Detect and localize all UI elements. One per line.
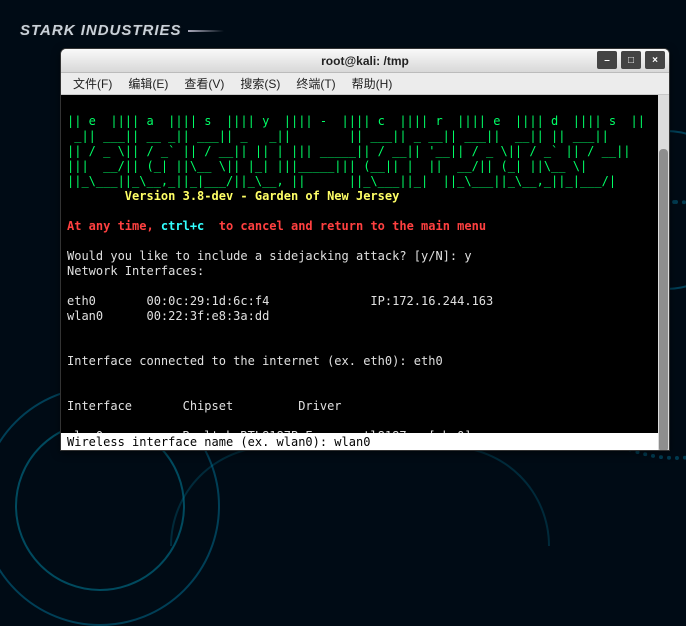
menubar: 文件(F) 编辑(E) 查看(V) 搜索(S) 终端(T) 帮助(H) bbox=[61, 73, 669, 95]
table-header: Interface Chipset Driver bbox=[67, 399, 342, 413]
hint-suffix: to cancel and return to the main menu bbox=[204, 219, 486, 233]
scrollbar[interactable] bbox=[658, 95, 669, 450]
menu-search[interactable]: 搜索(S) bbox=[234, 73, 286, 94]
ascii-art-line1: _|| ___|| __ _|| ___|| _ _|| || ___|| _ … bbox=[67, 129, 609, 143]
menu-file[interactable]: 文件(F) bbox=[67, 73, 118, 94]
titlebar[interactable]: root@kali: /tmp – □ × bbox=[61, 49, 669, 73]
iface-wlan0: wlan0 00:22:3f:e8:3a:dd bbox=[67, 309, 269, 323]
maximize-button[interactable]: □ bbox=[621, 51, 641, 69]
minimize-button[interactable]: – bbox=[597, 51, 617, 69]
menu-help[interactable]: 帮助(H) bbox=[346, 73, 399, 94]
ascii-letters: || e |||| a |||| s |||| y |||| - |||| c … bbox=[67, 114, 645, 128]
prompt-internet-iface: Interface connected to the internet (ex.… bbox=[67, 354, 443, 368]
stark-logo: STARK INDUSTRIES bbox=[20, 22, 224, 39]
menu-edit[interactable]: 编辑(E) bbox=[122, 73, 174, 94]
ascii-art-line3: ||| __/|| (_| ||\__ \|| |_| |||_____||| … bbox=[67, 159, 587, 173]
menu-view[interactable]: 查看(V) bbox=[178, 73, 230, 94]
iface-eth0: eth0 00:0c:29:1d:6c:f4 IP:172.16.244.163 bbox=[67, 294, 493, 308]
menu-terminal[interactable]: 终端(T) bbox=[290, 73, 341, 94]
scrollbar-thumb[interactable] bbox=[659, 149, 668, 451]
version-line: Version 3.8-dev - Garden of New Jersey bbox=[67, 189, 399, 203]
terminal-window: root@kali: /tmp – □ × 文件(F) 编辑(E) 查看(V) … bbox=[60, 48, 670, 451]
label-network-interfaces: Network Interfaces: bbox=[67, 264, 204, 278]
hint-key: ctrl+c bbox=[161, 219, 204, 233]
ascii-art-line4: ||_\___||_\__,_||_|___/||_\__, || ||_\__… bbox=[67, 174, 616, 188]
hint-prefix: At any time, bbox=[67, 219, 161, 233]
close-button[interactable]: × bbox=[645, 51, 665, 69]
terminal-input-line[interactable]: Wireless interface name (ex. wlan0): wla… bbox=[61, 433, 669, 450]
prompt-sidejack: Would you like to include a sidejacking … bbox=[67, 249, 472, 263]
ascii-art-line2: || / _ \|| / _` || / __|| || | ||| _____… bbox=[67, 144, 631, 158]
window-title: root@kali: /tmp bbox=[321, 54, 409, 68]
terminal-output[interactable]: || e |||| a |||| s |||| y |||| - |||| c … bbox=[61, 95, 669, 450]
